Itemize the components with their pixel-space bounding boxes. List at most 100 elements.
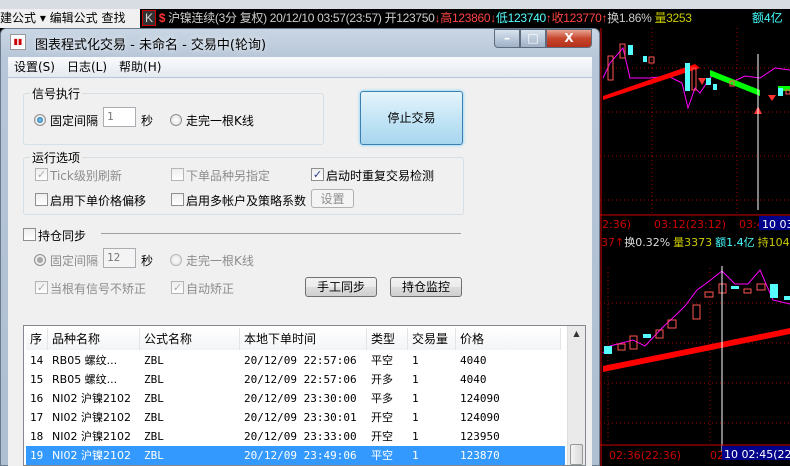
- table-cell: 开多: [371, 373, 393, 386]
- table-row[interactable]: 17 NI02 沪镍2102 ZBL 20/12/09 23:30:01 开空 1 1240…: [26, 408, 565, 427]
- table-cell: 平空: [371, 449, 393, 462]
- table-cell: ZBL: [144, 392, 164, 405]
- table-cell: ZBL: [144, 449, 164, 462]
- per-bar-label: 走完一根K线: [186, 114, 254, 128]
- column-header[interactable]: 交易量: [408, 328, 456, 350]
- table-cell: 20/12/09 23:30:01: [244, 411, 357, 424]
- column-header[interactable]: 价格: [456, 328, 561, 350]
- maximize-button[interactable]: □: [520, 29, 546, 48]
- table-cell: NI02 沪镍2102: [52, 430, 131, 443]
- per-bar-radio[interactable]: [170, 114, 182, 126]
- edit-formula-item[interactable]: ▾ 编辑公式: [40, 11, 98, 25]
- auto-correct-checkbox[interactable]: ✓: [171, 281, 184, 294]
- sync-fixed-interval-radio[interactable]: [34, 254, 46, 266]
- weight-icon: $: [158, 11, 166, 25]
- table-row[interactable]: 18 NI02 沪镍2102 ZBL 20/12/09 23:33:00 开空 1 1239…: [26, 427, 565, 446]
- table-cell: NI02 沪镍2102: [52, 411, 131, 424]
- manual-sync-button[interactable]: 手工同步: [305, 277, 377, 297]
- table-cell: ZBL: [144, 373, 164, 386]
- turnover: 换1.86%: [607, 11, 652, 25]
- table-cell: ZBL: [144, 411, 164, 424]
- order-log-table[interactable]: 序品种名称 公式名称 本地下单时间 类型 交易量 价格 14 RB05 螺纹... ZBL 20…: [23, 325, 586, 466]
- scroll-thumb[interactable]: [570, 444, 583, 465]
- column-header[interactable]: 公式名称: [140, 328, 240, 350]
- signal-group-title: 信号执行: [32, 87, 81, 101]
- table-cell: 14: [30, 354, 44, 367]
- title-bar[interactable]: ▮▮ 图表程式化交易 - 未命名 - 交易中(轮询) – □ X: [1, 29, 599, 56]
- order-symbol-label: 下单品种另指定: [186, 169, 271, 183]
- sync-per-bar-radio[interactable]: [170, 254, 182, 266]
- table-cell: 平空: [371, 354, 393, 367]
- menu-settings[interactable]: 设置(S): [14, 60, 55, 74]
- new-formula-item[interactable]: 建公式: [0, 11, 36, 25]
- table-cell: 124090: [460, 411, 500, 424]
- lower-header: 37↑换0.32% 量3373 额1.4亿 持104: [601, 235, 790, 249]
- multi-account-checkbox[interactable]: [171, 193, 184, 206]
- table-row[interactable]: 19 NI02 沪镍2102 ZBL 20/12/09 23:49:06 平空 1 1238…: [26, 446, 565, 465]
- sync-interval-input[interactable]: 12: [103, 248, 136, 268]
- seconds-label: 秒: [141, 114, 154, 128]
- column-header[interactable]: 本地下单时间: [240, 328, 367, 350]
- table-cell: 1: [412, 449, 419, 462]
- table-cell: ZBL: [144, 430, 164, 443]
- minimize-button[interactable]: –: [494, 29, 520, 48]
- trend-line-green-top: [710, 70, 760, 96]
- dup-check-label: 启动时重复交易检测: [326, 169, 435, 183]
- scroll-up-icon[interactable]: ▲: [568, 326, 585, 342]
- top-axis-label: 2:36): [602, 218, 631, 231]
- table-cell: NI02 沪镍2102: [52, 392, 131, 405]
- close-button[interactable]: X: [546, 29, 592, 48]
- table-cell: 124090: [460, 392, 500, 405]
- stop-trading-button[interactable]: 停止交易: [360, 91, 463, 145]
- price-offset-checkbox[interactable]: [35, 193, 48, 206]
- table-cell: 1: [412, 411, 419, 424]
- open-price: 开123750: [384, 11, 435, 25]
- period-badge[interactable]: K: [142, 10, 156, 26]
- table-cell: 20/12/09 23:49:06: [244, 449, 357, 462]
- vertical-scrollbar[interactable]: ▲: [567, 326, 585, 465]
- candles-top: [607, 43, 790, 114]
- dup-check-checkbox[interactable]: ✓: [311, 168, 324, 181]
- table-cell: 1: [412, 430, 419, 443]
- bottom-axis-label: 02:36(22:36): [609, 449, 681, 462]
- quote-datetime: 20/12/10 03:57(23:57): [269, 11, 382, 25]
- tick-refresh-label: Tick级别刷新: [50, 169, 122, 183]
- low-price: 低123740: [495, 11, 546, 25]
- trading-window: ▮▮ 图表程式化交易 - 未命名 - 交易中(轮询) – □ X 设置(S) 日志…: [0, 28, 600, 466]
- no-correct-checkbox[interactable]: ✓: [35, 281, 48, 294]
- order-symbol-checkbox[interactable]: [171, 168, 184, 181]
- table-cell: 1: [412, 354, 419, 367]
- menu-log[interactable]: 日志(L): [67, 60, 107, 74]
- high-price: 高123860: [440, 11, 491, 25]
- position-monitor-button[interactable]: 持仓监控: [390, 277, 462, 297]
- position-sync-label: 持仓同步: [38, 229, 87, 243]
- separator: [101, 233, 461, 234]
- fixed-interval-radio[interactable]: [34, 114, 46, 126]
- run-options-title: 运行选项: [32, 151, 81, 165]
- table-cell: 20/12/09 22:57:06: [244, 354, 357, 367]
- interval-input[interactable]: 1: [103, 107, 136, 127]
- bottom-axis-label: 02: [710, 449, 724, 462]
- table-cell: NI02 沪镍2102: [52, 449, 131, 462]
- tick-refresh-checkbox[interactable]: ✓: [35, 168, 48, 181]
- kline-chart[interactable]: 2:36) 03:12(23:12) 03:4 10 03 37↑换0.32%量…: [600, 28, 790, 466]
- table-row[interactable]: 16 NI02 沪镍2102 ZBL 20/12/09 23:30:00 平多 1 1240…: [26, 389, 565, 408]
- close-price: 收123770: [551, 11, 602, 25]
- sync-per-bar-label: 走完一根K线: [186, 254, 254, 268]
- menu-help[interactable]: 帮助(H): [119, 60, 161, 74]
- table-row[interactable]: 14 RB05 螺纹... ZBL 20/12/09 22:57:06 平空 1 4040: [26, 351, 565, 370]
- column-header[interactable]: 序: [26, 328, 48, 350]
- table-cell: 20/12/09 23:33:00: [244, 430, 357, 443]
- table-row[interactable]: 15 RB05 螺纹... ZBL 20/12/09 22:57:06 开多 1 4040: [26, 370, 565, 389]
- table-cell: RB05 螺纹...: [52, 373, 118, 386]
- bottom-cursor-label: 10 02:45(22: [724, 448, 790, 461]
- column-header[interactable]: 类型: [367, 328, 408, 350]
- settings-button[interactable]: 设置: [311, 189, 354, 208]
- table-cell: 1: [412, 392, 419, 405]
- table-cell: 19: [30, 449, 44, 462]
- trend-line-red-bottom: [603, 328, 790, 372]
- background-toolbar: 建公式 ▾ 编辑公式 查找: [0, 9, 140, 28]
- position-sync-checkbox[interactable]: [23, 228, 36, 241]
- find-item[interactable]: 查找: [102, 11, 126, 25]
- column-header[interactable]: 品种名称: [48, 328, 140, 350]
